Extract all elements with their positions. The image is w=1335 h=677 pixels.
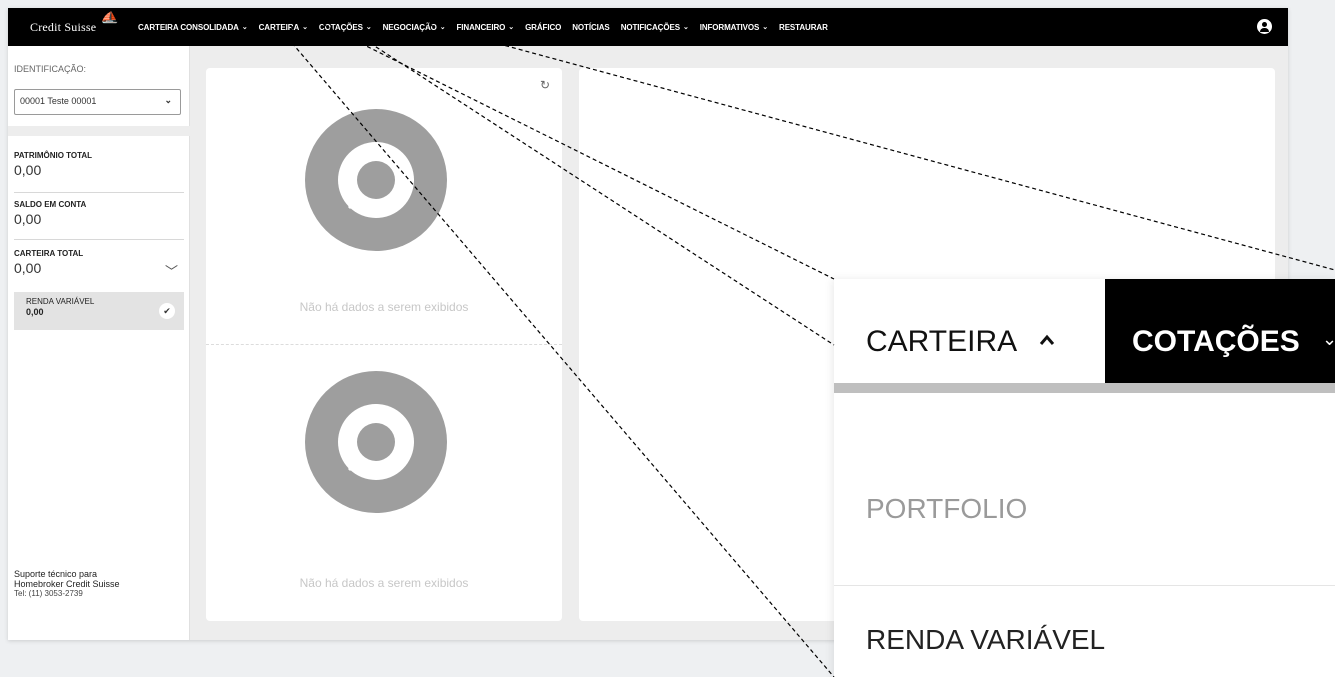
credit-suisse-logo[interactable]: Credit Suisse ⛵ — [8, 12, 136, 35]
chevron-down-icon: ⌄ — [302, 24, 308, 31]
nav-label: RESTAURAR — [779, 22, 828, 32]
chevron-down-icon: ⌄ — [508, 24, 515, 31]
nav-noticias[interactable]: NOTÍCIAS — [572, 22, 610, 32]
nav-menu: CARTEIRA CONSOLIDADA ⌄ CARTEIRA ⌄ COTAÇÕES… — [138, 8, 839, 46]
metric-label: PATRIMÔNIO TOTAL — [14, 151, 93, 160]
portfolio-card: ↻ Não há dados a serem exibidos Não há d… — [206, 68, 562, 621]
card-divider — [206, 344, 562, 345]
nav-cotacoes[interactable]: COTAÇÕES ⌄ — [319, 23, 372, 32]
chevron-down-icon: ⌄ — [682, 24, 689, 31]
logo-text: Credit Suisse — [30, 19, 97, 34]
zoom-dropdown-separator — [834, 383, 1335, 393]
metric-value: 0,00 — [14, 211, 42, 227]
renda-variavel-value: 0,00 — [26, 307, 44, 317]
metric-value: 0,00 — [14, 260, 42, 276]
metric-carteira-total[interactable]: CARTEIRA TOTAL 0,00 ﹀ — [14, 249, 184, 285]
nav-label: INFORMATIVOS — [699, 22, 760, 32]
zoom-menu-divider — [834, 585, 1335, 586]
zoom-carteira-label: CARTEIRA — [866, 325, 1018, 358]
zoom-cotacoes-label[interactable]: COTAÇÕES — [1132, 325, 1300, 359]
support-info: Suporte técnico para Homebroker Credit S… — [14, 569, 120, 599]
nav-negociacao[interactable]: NEGOCIAÇÃO ⌄ — [383, 23, 446, 32]
top-navbar: Credit Suisse ⛵ CARTEIRA CONSOLIDADA ⌄ CA… — [8, 8, 1288, 46]
support-phone: Tel: (11) 3053-2739 — [14, 589, 83, 598]
chevron-down-icon[interactable]: ﹀ — [165, 261, 178, 280]
nav-label: NOTÍCIAS — [572, 22, 610, 32]
nav-carteira[interactable]: CARTEIRA ⌄ — [259, 23, 308, 32]
account-select-value: 00001 Teste 00001 — [20, 96, 97, 106]
nav-financeiro[interactable]: FINANCEIRO ⌄ — [457, 23, 515, 32]
nav-label: FINANCEIRO — [456, 22, 506, 32]
nav-label: COTAÇÕES — [318, 22, 363, 32]
nav-grafico[interactable]: GRÁFICO — [525, 23, 561, 32]
sidebar-divider-band — [8, 126, 190, 136]
metric-patrimonio-total: PATRIMÔNIO TOTAL 0,00 — [14, 151, 184, 193]
no-data-message-top: Não há dados a serem exibidos — [299, 300, 469, 314]
nav-informativos[interactable]: INFORMATIVOS ⌄ — [700, 23, 768, 32]
sidebar: IDENTIFICAÇÃO: 00001 Teste 00001 ⌄ PATRI… — [8, 46, 190, 640]
zoom-menu-renda-variavel[interactable]: RENDA VARIÁVEL — [866, 624, 1105, 656]
donut-chart-bottom — [305, 371, 447, 513]
chevron-down-icon: ⌄ — [365, 24, 372, 31]
check-icon[interactable]: ✔ — [159, 303, 175, 319]
metric-label: CARTEIRA TOTAL — [14, 249, 84, 258]
identification-label: IDENTIFICAÇÃO: — [14, 64, 87, 74]
nav-notificacoes[interactable]: NOTIFICAÇÕES ⌄ — [621, 23, 689, 32]
chevron-down-icon: ⌄ — [1322, 329, 1335, 349]
nav-label: CARTEIRA CONSOLIDADA — [138, 22, 239, 32]
donut-chart-top — [305, 109, 447, 251]
nav-carteira-consolidada[interactable]: CARTEIRA CONSOLIDADA ⌄ — [138, 23, 248, 32]
support-line1: Suporte técnico para — [14, 569, 98, 579]
nav-label: NOTIFICAÇÕES — [620, 22, 680, 32]
metric-saldo-em-conta: SALDO EM CONTA 0,00 — [14, 200, 184, 240]
account-select[interactable]: 00001 Teste 00001 ⌄ — [14, 89, 181, 115]
chevron-down-icon: ⌄ — [439, 24, 446, 31]
nav-label: CARTEIRA — [258, 22, 300, 32]
nav-label: NEGOCIAÇÃO — [382, 22, 437, 32]
chevron-down-icon: ⌄ — [164, 95, 172, 105]
chevron-down-icon: ⌄ — [762, 24, 769, 31]
zoom-callout: CARTEIRA COTAÇÕES ⌄ PORTFOLIO RENDA VARI… — [834, 279, 1335, 677]
nav-label: GRÁFICO — [525, 22, 562, 32]
zoom-menu-portfolio[interactable]: PORTFOLIO — [866, 493, 1027, 525]
nav-restaurar[interactable]: RESTAURAR — [779, 23, 828, 32]
logo-sails-icon: ⛵ — [100, 11, 120, 24]
no-data-message-bottom: Não há dados a serem exibidos — [299, 576, 469, 590]
chevron-down-icon: ⌄ — [241, 24, 248, 31]
metric-label: SALDO EM CONTA — [14, 200, 87, 209]
renda-variavel-item[interactable]: RENDA VARIÁVEL 0,00 ✔ — [14, 292, 184, 330]
renda-variavel-label: RENDA VARIÁVEL — [26, 297, 95, 306]
user-circle-icon[interactable] — [1257, 19, 1272, 34]
metric-value: 0,00 — [14, 162, 42, 178]
chevron-up-icon — [1039, 334, 1055, 345]
support-line2: Homebroker Credit Suisse — [14, 579, 120, 589]
